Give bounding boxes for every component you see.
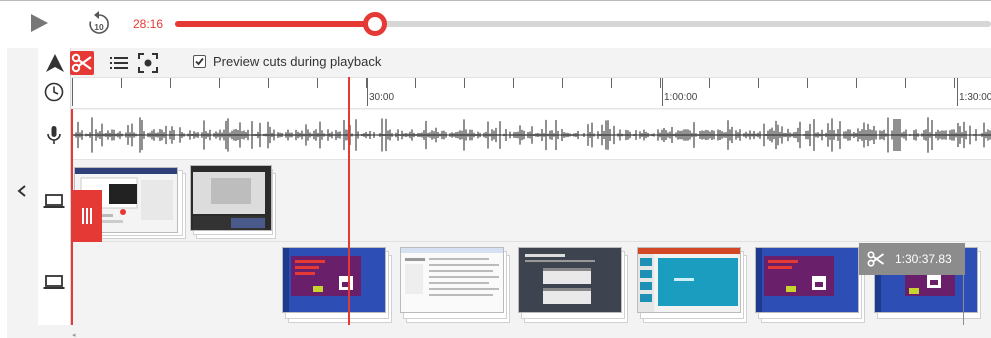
select-arrow-icon[interactable]: [43, 51, 67, 75]
focus-icon[interactable]: [136, 51, 160, 75]
player-bar: 10 28:16: [0, 1, 991, 48]
ruler-major-tick: [662, 78, 663, 106]
seek-progress: [175, 21, 375, 27]
preview-cuts-option[interactable]: Preview cuts during playback: [193, 54, 381, 69]
ruler-tick: [611, 78, 612, 88]
thumbnail: [755, 247, 859, 313]
thumbnail: [282, 247, 386, 313]
thumbnail: [518, 247, 622, 313]
ruler-tick: [660, 78, 661, 88]
seek-handle[interactable]: [363, 12, 387, 36]
preview-cuts-checkbox[interactable]: [193, 55, 206, 68]
replay-10-icon[interactable]: 10: [86, 9, 112, 37]
cut-time-label: 1:30:37.83: [895, 252, 952, 266]
cut-handle[interactable]: [72, 190, 102, 242]
ruler-major-tick: [957, 78, 958, 106]
replay-10-label: 10: [94, 22, 104, 32]
thumbnail: [190, 165, 272, 231]
ruler-tick: [415, 78, 416, 88]
laptop-icon: [43, 275, 65, 289]
chevron-left-icon[interactable]: [14, 181, 30, 201]
laptop-icon: [43, 194, 65, 208]
audio-track[interactable]: [71, 110, 991, 160]
ruler-tick: [121, 78, 122, 88]
thumbnail: [637, 247, 741, 313]
cut-time-marker[interactable]: 1:30:37.83: [859, 243, 965, 275]
scissors-tool-button[interactable]: [70, 51, 94, 75]
ruler-label-30m: 30:00: [369, 92, 395, 103]
playhead-line[interactable]: [348, 77, 350, 325]
ruler-tick: [268, 78, 269, 88]
ruler-major-tick: [367, 78, 368, 106]
ruler-tick: [562, 78, 563, 88]
ruler-tick: [807, 78, 808, 88]
ruler-label-1h30m: 1:30:00: [959, 92, 991, 103]
ruler-tick: [219, 78, 220, 88]
preview-cuts-label: Preview cuts during playback: [213, 54, 382, 69]
ruler-major-tick: [72, 78, 73, 106]
checkmark-icon: [195, 57, 204, 66]
editor-window: 10 28:16 Preview cuts during playback 30…: [0, 0, 991, 338]
list-icon[interactable]: [107, 51, 131, 75]
scroll-left-arrow-icon[interactable]: ◂: [72, 331, 76, 338]
play-icon[interactable]: [28, 11, 50, 35]
ruler-tick: [709, 78, 710, 88]
ruler-tick: [170, 78, 171, 88]
thumbnail: [400, 247, 504, 313]
time-ruler[interactable]: 30:00 1:00:00 1:30:00: [72, 77, 991, 109]
scissors-icon: [71, 53, 92, 73]
audio-waveform: [71, 117, 991, 153]
cut-marker-line: [963, 275, 964, 325]
ruler-tick: [905, 78, 906, 88]
ruler-tick: [954, 78, 955, 88]
current-time: 28:16: [133, 17, 164, 31]
ruler-tick: [317, 78, 318, 88]
screen-track-2[interactable]: [72, 243, 991, 325]
clip-start-line: [71, 109, 73, 325]
ruler-tick: [856, 78, 857, 88]
ruler-label-1h: 1:00:00: [664, 92, 698, 103]
screen-track-1[interactable]: [72, 161, 991, 242]
microphone-icon: [47, 126, 61, 144]
clock-icon: [44, 82, 64, 102]
scissors-icon: [867, 251, 885, 267]
ruler-tick: [464, 78, 465, 88]
ruler-tick: [513, 78, 514, 88]
ruler-tick: [758, 78, 759, 88]
